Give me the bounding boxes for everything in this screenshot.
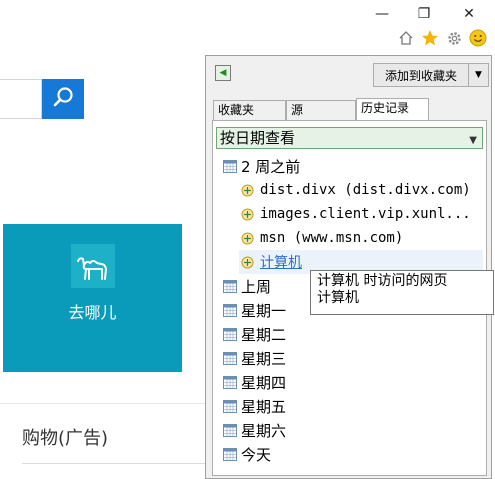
chevron-down-icon: ▼ xyxy=(469,135,477,146)
history-group-wednesday[interactable]: 星期三 xyxy=(223,346,286,370)
calendar-icon xyxy=(223,159,237,173)
web-page-icon xyxy=(241,184,254,196)
tile-label: 去哪儿 xyxy=(68,303,117,322)
search-icon xyxy=(52,86,74,112)
add-favorites-dropdown-button[interactable]: ▼ xyxy=(469,63,489,87)
smiley-feedback-icon[interactable] xyxy=(468,28,488,48)
history-site-item[interactable]: msn (www.msn.com) xyxy=(241,226,403,250)
history-group-today[interactable]: 今天 xyxy=(223,442,271,466)
history-group-monday[interactable]: 星期一 xyxy=(223,298,286,322)
web-page-icon xyxy=(241,208,254,220)
restore-button[interactable]: ❐ xyxy=(410,4,438,24)
settings-gear-icon[interactable] xyxy=(444,28,464,48)
qunar-tile[interactable]: 去哪儿 xyxy=(3,224,182,372)
divider xyxy=(0,403,205,404)
tooltip-line: 计算机 时访问的网页 xyxy=(317,273,448,289)
history-site-item[interactable]: images.client.vip.xunl... xyxy=(241,202,471,226)
search-input[interactable] xyxy=(0,79,42,119)
history-group-two-weeks[interactable]: 2 周之前 xyxy=(223,154,300,178)
search-button[interactable] xyxy=(42,79,84,119)
web-page-icon xyxy=(241,256,254,268)
history-group-friday[interactable]: 星期五 xyxy=(223,394,286,418)
chevron-down-icon: ▼ xyxy=(475,70,482,80)
tab-feeds[interactable]: 源 xyxy=(286,100,356,120)
pin-pane-icon[interactable]: ◀ xyxy=(215,65,231,81)
calendar-icon xyxy=(223,303,237,317)
history-group-saturday[interactable]: 星期六 xyxy=(223,418,286,442)
camel-icon xyxy=(71,244,115,288)
calendar-icon xyxy=(223,375,237,389)
view-by-select[interactable]: 按日期查看 ▼ xyxy=(216,127,483,149)
favorites-pane: ◀ 添加到收藏夹 ▼ 收藏夹 源 历史记录 按日期查看 ▼ 2 周之前 dist… xyxy=(205,55,492,479)
add-to-favorites-button[interactable]: 添加到收藏夹 xyxy=(373,63,469,87)
history-group-thursday[interactable]: 星期四 xyxy=(223,370,286,394)
tab-history[interactable]: 历史记录 xyxy=(356,98,429,121)
history-group-tuesday[interactable]: 星期二 xyxy=(223,322,286,346)
history-group-last-week[interactable]: 上周 xyxy=(223,274,271,298)
favorites-star-icon[interactable] xyxy=(420,28,440,48)
tooltip-line: 计算机 xyxy=(317,290,359,306)
calendar-icon xyxy=(223,279,237,293)
history-tooltip: 计算机 时访问的网页 计算机 xyxy=(310,270,494,315)
tab-favorites[interactable]: 收藏夹 xyxy=(213,100,286,120)
web-page-icon xyxy=(241,232,254,244)
calendar-icon xyxy=(223,327,237,341)
calendar-icon xyxy=(223,423,237,437)
calendar-icon xyxy=(223,447,237,461)
view-by-label: 按日期查看 xyxy=(220,129,296,147)
calendar-icon xyxy=(223,351,237,365)
home-icon[interactable] xyxy=(396,28,416,48)
history-site-item[interactable]: dist.divx (dist.divx.com) xyxy=(241,178,471,202)
minimize-button[interactable]: — xyxy=(368,4,396,24)
shopping-ad-heading: 购物(广告) xyxy=(22,428,109,449)
calendar-icon xyxy=(223,399,237,413)
divider xyxy=(22,463,205,464)
close-button[interactable]: ✕ xyxy=(455,4,483,24)
